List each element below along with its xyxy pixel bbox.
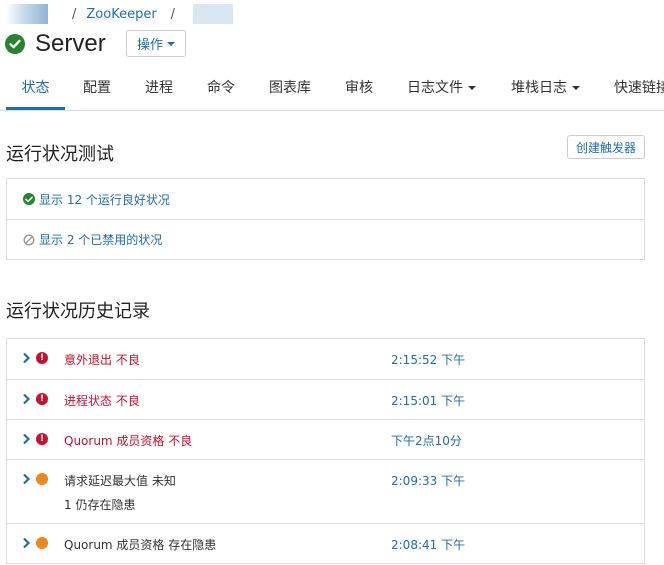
- chevron-down-icon: [167, 41, 175, 46]
- history-event-time-link[interactable]: 2:08:41 下午: [391, 536, 465, 553]
- create-trigger-button[interactable]: 创建触发器: [567, 135, 645, 159]
- show-good-health-tests-link[interactable]: 显示 12 个运行良好状况: [7, 179, 644, 219]
- chevron-right-icon[interactable]: [22, 473, 31, 485]
- chevron-right-icon[interactable]: [22, 352, 31, 364]
- history-event-time-link[interactable]: 2:09:33 下午: [391, 472, 465, 489]
- bad-health-icon: !: [36, 433, 48, 445]
- show-good-health-tests-label: 显示 12 个运行良好状况: [39, 192, 170, 207]
- tab-charts-library[interactable]: 图表库: [269, 70, 311, 110]
- tab-stack-logs[interactable]: 堆栈日志: [511, 70, 580, 110]
- history-event-time-link[interactable]: 2:15:52 下午: [391, 351, 465, 368]
- health-history-list: ! 意外退出 不良 2:15:52 下午 ! 进程状态 不良 2:15:01 下…: [6, 338, 645, 564]
- show-disabled-health-tests-label: 显示 2 个已禁用的状况: [39, 233, 163, 247]
- chevron-right-icon[interactable]: [22, 537, 31, 549]
- history-event-text: Quorum 成员资格 不良: [64, 434, 193, 448]
- redacted-host-name[interactable]: [193, 4, 234, 24]
- breadcrumb-separator: /: [72, 6, 77, 22]
- chevron-down-icon: [572, 86, 580, 90]
- redacted-cluster-name[interactable]: [6, 4, 48, 24]
- tab-status[interactable]: 状态: [6, 70, 65, 110]
- tab-audits[interactable]: 审核: [345, 70, 373, 110]
- bad-health-icon: !: [36, 393, 48, 405]
- tab-processes[interactable]: 进程: [145, 70, 173, 110]
- page-header: Server 操作: [5, 29, 186, 59]
- history-event-row: 请求延迟最大值 未知 1 仍存在隐患 2:09:33 下午: [7, 459, 644, 523]
- good-health-icon: [5, 34, 25, 54]
- health-tests-title: 运行状况测试: [6, 144, 114, 165]
- page-title: Server: [35, 30, 106, 57]
- tab-configuration[interactable]: 配置: [83, 70, 111, 110]
- health-tests-panel: 显示 12 个运行良好状况 显示 2 个已禁用的状况: [6, 178, 645, 260]
- breadcrumb-separator: /: [170, 6, 176, 22]
- chevron-right-icon[interactable]: [22, 393, 31, 405]
- concerning-health-icon: [36, 537, 48, 549]
- tab-log-files[interactable]: 日志文件: [407, 70, 476, 110]
- health-history-title: 运行状况历史记录: [6, 301, 150, 322]
- history-event-subtext: 1 仍存在隐患: [64, 498, 136, 512]
- tab-bar: 状态 配置 进程 命令 图表库 审核 日志文件 堆栈日志 快速链接: [0, 70, 664, 111]
- check-circle-icon: [23, 193, 35, 205]
- actions-dropdown-button[interactable]: 操作: [126, 30, 186, 57]
- history-event-text: 意外退出 不良: [64, 353, 140, 367]
- history-event-text: Quorum 成员资格 存在隐患: [64, 538, 217, 552]
- chevron-down-icon: [468, 86, 476, 90]
- show-disabled-health-tests-link[interactable]: 显示 2 个已禁用的状况: [7, 219, 644, 259]
- breadcrumb-service-link[interactable]: ZooKeeper: [86, 7, 156, 22]
- history-event-row: ! Quorum 成员资格 不良 下午2点10分: [7, 419, 644, 459]
- history-event-row: Quorum 成员资格 存在隐患 2:08:41 下午: [7, 523, 644, 563]
- history-event-row: ! 进程状态 不良 2:15:01 下午: [7, 379, 644, 419]
- chevron-right-icon[interactable]: [22, 433, 31, 445]
- tab-commands[interactable]: 命令: [207, 70, 235, 110]
- bad-health-icon: !: [36, 352, 48, 364]
- history-event-row: ! 意外退出 不良 2:15:52 下午: [7, 339, 644, 379]
- history-event-text: 请求延迟最大值 未知: [64, 474, 176, 488]
- actions-button-label: 操作: [136, 38, 163, 53]
- history-event-text: 进程状态 不良: [64, 394, 140, 408]
- concerning-health-icon: [36, 473, 48, 485]
- tab-quick-links[interactable]: 快速链接: [614, 70, 664, 110]
- disabled-icon: [23, 233, 35, 246]
- history-event-time-link[interactable]: 2:15:01 下午: [391, 392, 465, 409]
- history-event-time-link[interactable]: 下午2点10分: [391, 432, 462, 449]
- breadcrumb: / ZooKeeper /: [6, 3, 234, 25]
